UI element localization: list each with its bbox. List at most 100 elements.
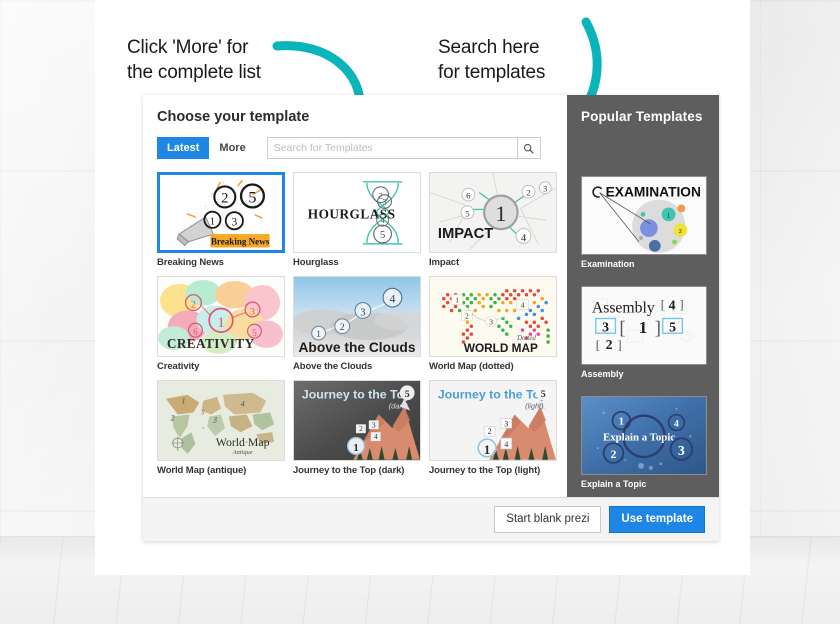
art-world-map-antique: 1 2 3 4 5 World Map Antique: [158, 381, 284, 460]
svg-text:5: 5: [541, 389, 546, 400]
svg-text:3: 3: [489, 317, 493, 326]
template-thumbnail: Journey to the Top (light) 5 2 3 4 1: [429, 380, 557, 461]
sidebar-template-explain-a-topic[interactable]: Explain a Topic 1 4 2 3 Explain a Topic: [581, 396, 707, 489]
template-card-above-the-clouds[interactable]: 4 3 2 1 Above the Clouds Above the Cloud…: [293, 276, 421, 372]
start-blank-prezi-button[interactable]: Start blank prezi: [494, 506, 602, 533]
svg-text:5: 5: [405, 389, 410, 400]
svg-text:]: ]: [679, 298, 683, 312]
svg-text:4: 4: [674, 419, 679, 430]
svg-text:2: 2: [526, 188, 530, 198]
svg-text:5: 5: [248, 189, 256, 207]
popular-templates-sidebar: Popular Templates 1 2 EXAMINATION Examin…: [567, 95, 719, 497]
template-thumbnail: 4 3 2 1 Above the Clouds: [293, 276, 421, 357]
svg-text:[: [: [661, 298, 665, 312]
search-bar: [266, 137, 541, 159]
art-examination: 1 2 EXAMINATION: [582, 177, 706, 254]
search-input[interactable]: [266, 137, 517, 159]
svg-text:1: 1: [639, 318, 647, 337]
sidebar-template-assembly[interactable]: Assembly [ 4 ] 3 [ 1 ] 5 [ 2 ] Assembly: [581, 286, 707, 379]
template-card-hourglass[interactable]: HOURGLASS 2 3 4 5 Hourglass: [293, 172, 421, 268]
template-label: Impact: [429, 257, 460, 268]
template-card-journey-dark[interactable]: Journey to the Top (dark) 5 2 3 4 1 Jour…: [293, 380, 421, 476]
tab-latest[interactable]: Latest: [157, 137, 210, 159]
art-assembly: Assembly [ 4 ] 3 [ 1 ] 5 [ 2 ]: [582, 287, 706, 364]
svg-text:3: 3: [372, 420, 376, 429]
svg-text:IMPACT: IMPACT: [438, 226, 493, 242]
svg-text:3: 3: [231, 217, 237, 229]
template-thumbnail: HOURGLASS 2 3 4 5: [293, 172, 421, 253]
svg-text:3: 3: [543, 185, 547, 194]
svg-text:1: 1: [495, 202, 506, 226]
art-journey-light: Journey to the Top (light) 5 2 3 4 1: [430, 381, 556, 460]
svg-text:Journey to the Top: Journey to the Top: [302, 388, 412, 402]
annotation-search-here: Search here for templates: [438, 37, 546, 83]
template-card-impact[interactable]: 1 6 2 3 5 4 IMPACT Impact: [429, 172, 557, 268]
svg-text:2: 2: [679, 229, 682, 235]
template-toolbar: Latest More: [157, 137, 567, 159]
svg-text:CREATIVITY: CREATIVITY: [167, 336, 255, 351]
dialog-body: Choose your template Latest More Search …: [143, 95, 719, 497]
svg-text:2: 2: [359, 424, 363, 433]
svg-text:1: 1: [210, 217, 215, 228]
art-creativity: 1 2 3 6 5 CREATIVITY: [158, 277, 284, 356]
svg-text:4: 4: [504, 440, 508, 449]
template-card-world-map-antique[interactable]: 1 2 3 4 5 World Map Antique World Map (a…: [157, 380, 285, 476]
template-label: Examination: [581, 259, 635, 269]
svg-text:5: 5: [465, 208, 470, 218]
svg-text:1: 1: [484, 443, 490, 457]
svg-text:3: 3: [250, 306, 255, 317]
template-thumbnail: 1 2 EXAMINATION: [581, 176, 707, 255]
template-thumbnail: Explain a Topic 1 4 2 3: [581, 396, 707, 475]
svg-text:6: 6: [466, 191, 471, 201]
svg-text:4: 4: [389, 292, 395, 306]
use-template-button[interactable]: Use template: [609, 506, 705, 533]
template-grid: 2 5 1 3 Breaking News Breaking News HOUR…: [157, 172, 567, 476]
svg-text:3: 3: [678, 443, 685, 458]
template-thumbnail: 1 6 2 3 5 4 IMPACT: [429, 172, 557, 253]
template-thumbnail: 1 2 3 4 Dotted WORLD MAP: [429, 276, 557, 357]
tab-more[interactable]: More: [209, 137, 255, 159]
svg-text:2: 2: [611, 447, 617, 461]
svg-text:Explain a Topic: Explain a Topic: [603, 431, 675, 443]
template-card-journey-light[interactable]: Journey to the Top (light) 5 2 3 4 1 Jou…: [429, 380, 557, 476]
svg-text:1: 1: [619, 416, 624, 428]
template-label: Breaking News: [157, 257, 224, 268]
svg-text:Antique: Antique: [232, 449, 253, 456]
svg-text:Breaking News: Breaking News: [211, 237, 270, 247]
template-card-breaking-news[interactable]: 2 5 1 3 Breaking News Breaking News: [157, 172, 285, 268]
svg-text:[: [: [619, 318, 625, 339]
art-explain-a-topic: Explain a Topic 1 4 2 3: [582, 397, 706, 474]
art-breaking-news: 2 5 1 3 Breaking News: [160, 175, 282, 250]
svg-text:(dark): (dark): [389, 402, 409, 411]
template-label: World Map (dotted): [429, 361, 514, 372]
svg-text:Assembly: Assembly: [592, 300, 655, 317]
svg-text:4: 4: [521, 301, 525, 310]
svg-text:3: 3: [602, 319, 609, 334]
sidebar-template-examination[interactable]: 1 2 EXAMINATION Examination: [581, 176, 707, 269]
page-title: Choose your template: [157, 109, 310, 125]
svg-text:1: 1: [353, 442, 358, 454]
svg-text:1: 1: [316, 330, 321, 340]
dialog-footer: Start blank prezi Use template: [143, 497, 719, 541]
svg-text:5: 5: [201, 410, 204, 416]
template-card-world-map-dotted[interactable]: 1 2 3 4 Dotted WORLD MAP World Map (dott…: [429, 276, 557, 372]
svg-text:2: 2: [606, 337, 613, 352]
svg-text:3: 3: [212, 415, 217, 424]
svg-text:EXAMINATION: EXAMINATION: [606, 185, 701, 200]
template-browser: Choose your template Latest More Search …: [143, 95, 567, 497]
svg-text:2: 2: [221, 191, 228, 207]
template-label: Creativity: [157, 361, 200, 372]
svg-text:Journey to the Top: Journey to the Top: [438, 388, 548, 402]
svg-text:1: 1: [217, 315, 224, 331]
svg-text:4: 4: [521, 232, 527, 244]
template-thumbnail: 2 5 1 3 Breaking News: [157, 172, 285, 253]
art-above-the-clouds: 4 3 2 1 Above the Clouds: [294, 277, 420, 356]
svg-text:2: 2: [340, 322, 345, 333]
template-label: Journey to the Top (dark): [293, 465, 405, 476]
search-icon: [524, 143, 534, 154]
template-card-creativity[interactable]: 1 2 3 6 5 CREATIVITY Creativity: [157, 276, 285, 372]
svg-text:World Map: World Map: [216, 435, 270, 449]
svg-text:[: [: [596, 338, 600, 352]
search-button[interactable]: [516, 137, 541, 159]
annotation-click-more: Click 'More' for the complete list: [127, 37, 261, 83]
